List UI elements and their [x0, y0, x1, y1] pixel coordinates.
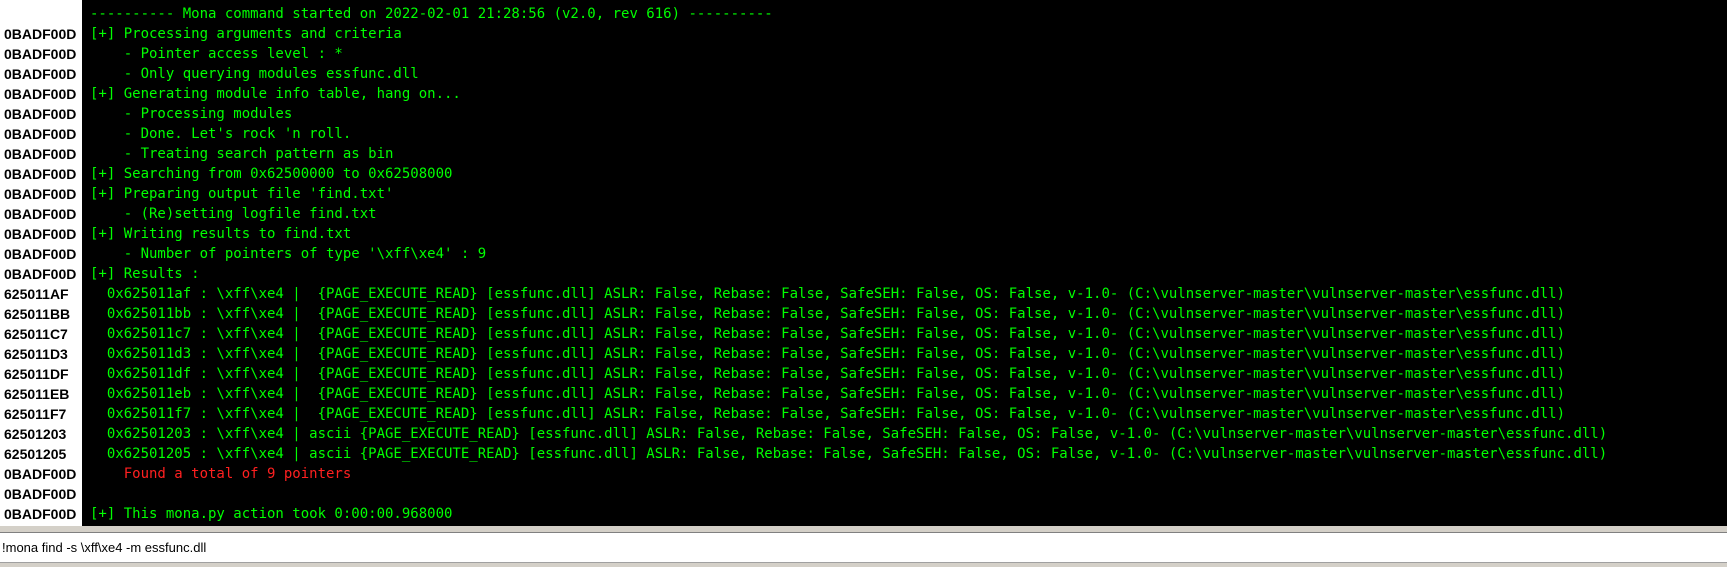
command-input[interactable]: [2, 537, 1702, 557]
log-row[interactable]: 0BADF00D - Processing modules: [0, 104, 1727, 124]
log-address: 62501203: [4, 426, 67, 442]
log-window[interactable]: ---------- Mona command started on 2022-…: [0, 0, 1727, 526]
log-row[interactable]: 0BADF00D: [0, 484, 1727, 504]
log-address: 0BADF00D: [4, 486, 77, 502]
log-address: 0BADF00D: [4, 86, 77, 102]
log-row[interactable]: ---------- Mona command started on 2022-…: [0, 4, 1727, 24]
log-message: - Processing modules: [90, 106, 293, 122]
log-message: 0x62501203 : \xff\xe4 | ascii {PAGE_EXEC…: [90, 426, 1608, 442]
log-row[interactable]: 0BADF00D - Done. Let's rock 'n roll.: [0, 124, 1727, 144]
log-row[interactable]: 0BADF00D - Pointer access level : *: [0, 44, 1727, 64]
log-message: 0x625011f7 : \xff\xe4 | {PAGE_EXECUTE_RE…: [90, 406, 1566, 422]
log-address: 0BADF00D: [4, 46, 77, 62]
log-row[interactable]: 0BADF00D [+] Generating module info table…: [0, 84, 1727, 104]
log-message: 0x625011c7 : \xff\xe4 | {PAGE_EXECUTE_RE…: [90, 326, 1566, 342]
log-address: 625011D3: [4, 346, 68, 362]
log-address: 625011BB: [4, 306, 71, 322]
log-message: [+] This mona.py action took 0:00:00.968…: [90, 506, 453, 522]
log-row[interactable]: 0BADF00D [+] Results :: [0, 264, 1727, 284]
log-address: 0BADF00D: [4, 266, 77, 282]
log-message: Found a total of 9 pointers: [90, 466, 352, 482]
log-message: - Only querying modules essfunc.dll: [90, 66, 419, 82]
log-address: 0BADF00D: [4, 166, 77, 182]
log-row[interactable]: 625011BB 0x625011bb : \xff\xe4 | {PAGE_E…: [0, 304, 1727, 324]
log-row[interactable]: 0BADF00D - Treating search pattern as bi…: [0, 144, 1727, 164]
log-address: 625011DF: [4, 366, 69, 382]
log-row[interactable]: 0BADF00D [+] Writing results to find.txt: [0, 224, 1727, 244]
log-row[interactable]: 0BADF00D [+] Preparing output file 'find.…: [0, 184, 1727, 204]
log-address: 0BADF00D: [4, 146, 77, 162]
log-address: 0BADF00D: [4, 26, 77, 42]
log-row[interactable]: 0BADF00D - (Re)setting logfile find.txt: [0, 204, 1727, 224]
log-message: 0x625011bb : \xff\xe4 | {PAGE_EXECUTE_RE…: [90, 306, 1566, 322]
log-address: 0BADF00D: [4, 126, 77, 142]
log-message: 0x625011df : \xff\xe4 | {PAGE_EXECUTE_RE…: [90, 366, 1566, 382]
log-address: 625011EB: [4, 386, 70, 402]
log-row[interactable]: 62501205 0x62501205 : \xff\xe4 | ascii {…: [0, 444, 1727, 464]
log-row[interactable]: 625011D3 0x625011d3 : \xff\xe4 | {PAGE_E…: [0, 344, 1727, 364]
log-address: 625011C7: [4, 326, 68, 342]
log-message: - Number of pointers of type '\xff\xe4' …: [90, 246, 487, 262]
log-address: 625011F7: [4, 406, 67, 422]
log-address: 0BADF00D: [4, 66, 77, 82]
log-message: - Treating search pattern as bin: [90, 146, 394, 162]
log-message: [+] Processing arguments and criteria: [90, 26, 402, 42]
log-row[interactable]: 0BADF00D Found a total of 9 pointers: [0, 464, 1727, 484]
log-message: - (Re)setting logfile find.txt: [90, 206, 377, 222]
log-message: [+] Generating module info table, hang o…: [90, 86, 461, 102]
log-message: [+] Searching from 0x62500000 to 0x62508…: [90, 166, 453, 182]
log-address: 0BADF00D: [4, 106, 77, 122]
log-row[interactable]: 0BADF00D [+] Processing arguments and cri…: [0, 24, 1727, 44]
log-address: 62501205: [4, 446, 67, 462]
log-message: 0x625011eb : \xff\xe4 | {PAGE_EXECUTE_RE…: [90, 386, 1566, 402]
log-row[interactable]: 0BADF00D - Number of pointers of type '\…: [0, 244, 1727, 264]
log-address: 0BADF00D: [4, 186, 77, 202]
log-message: - Done. Let's rock 'n roll.: [90, 126, 352, 142]
log-address: 0BADF00D: [4, 206, 77, 222]
log-row[interactable]: 625011EB 0x625011eb : \xff\xe4 | {PAGE_E…: [0, 384, 1727, 404]
log-row[interactable]: 625011DF 0x625011df : \xff\xe4 | {PAGE_E…: [0, 364, 1727, 384]
log-row[interactable]: 625011AF 0x625011af : \xff\xe4 | {PAGE_E…: [0, 284, 1727, 304]
log-row[interactable]: 62501203 0x62501203 : \xff\xe4 | ascii {…: [0, 424, 1727, 444]
log-address: 625011AF: [4, 286, 69, 302]
log-address: 0BADF00D: [4, 226, 77, 242]
log-message: [+] Preparing output file 'find.txt': [90, 186, 394, 202]
log-row[interactable]: 0BADF00D - Only querying modules essfunc…: [0, 64, 1727, 84]
log-row[interactable]: 625011F7 0x625011f7 : \xff\xe4 | {PAGE_E…: [0, 404, 1727, 424]
log-address: 0BADF00D: [4, 466, 77, 482]
log-message: [+] Writing results to find.txt: [90, 226, 352, 242]
log-message: ---------- Mona command started on 2022-…: [90, 6, 773, 22]
command-bar: [0, 532, 1727, 563]
log-row[interactable]: 0BADF00D [+] Searching from 0x62500000 to…: [0, 164, 1727, 184]
log-address: 0BADF00D: [4, 246, 77, 262]
log-message: 0x62501205 : \xff\xe4 | ascii {PAGE_EXEC…: [90, 446, 1608, 462]
log-message: 0x625011af : \xff\xe4 | {PAGE_EXECUTE_RE…: [90, 286, 1566, 302]
log-lines: ---------- Mona command started on 2022-…: [0, 4, 1727, 524]
log-row[interactable]: 0BADF00D [+] This mona.py action took 0:0…: [0, 504, 1727, 524]
log-message: [+] Results :: [90, 266, 200, 282]
log-message: 0x625011d3 : \xff\xe4 | {PAGE_EXECUTE_RE…: [90, 346, 1566, 362]
log-row[interactable]: 625011C7 0x625011c7 : \xff\xe4 | {PAGE_E…: [0, 324, 1727, 344]
log-message: - Pointer access level : *: [90, 46, 343, 62]
log-address: 0BADF00D: [4, 506, 77, 522]
